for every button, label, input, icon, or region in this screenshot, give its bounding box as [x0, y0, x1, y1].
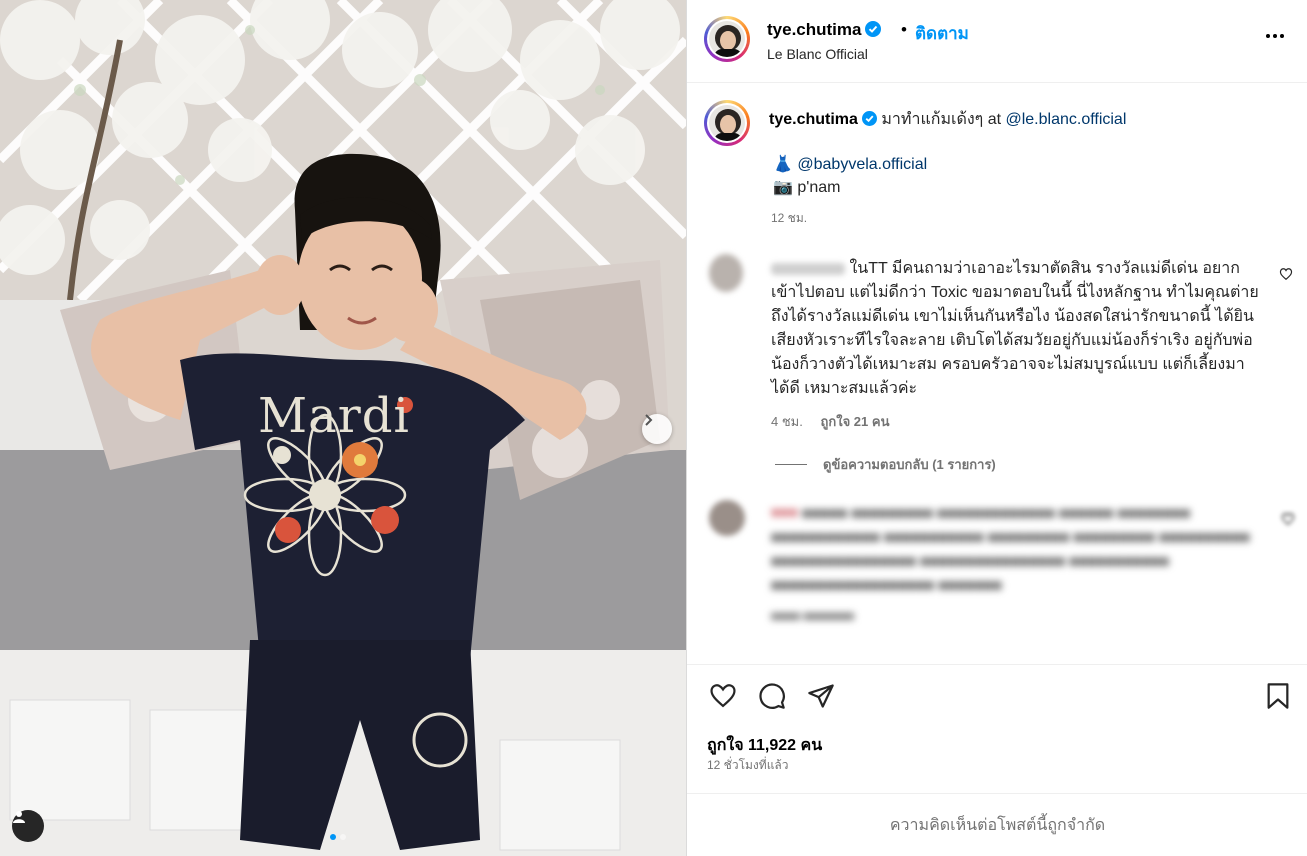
caption-body: มาทำแก้มเด้งๆ at — [881, 111, 1006, 128]
view-replies-button[interactable]: ดูข้อความตอบกลับ (1 รายการ) — [775, 454, 996, 475]
header-separator: • — [901, 20, 907, 39]
carousel-dot — [340, 834, 346, 840]
caption-text: tye.chutima มาทำแก้มเด้งๆ at @le.blanc.o… — [769, 108, 1269, 131]
camera-emoji: 📷 — [773, 179, 793, 196]
blurred-comment: ♥♥♥ ■■■■■ ■■■■■■■■■ ■■■■■■■■■■■■■ ■■■■■■… — [771, 505, 1250, 594]
save-button[interactable] — [1262, 680, 1294, 712]
share-button[interactable] — [805, 680, 837, 712]
carousel-dot-active — [330, 834, 336, 840]
more-options-icon[interactable] — [1263, 24, 1287, 48]
commenter-avatar-blurred[interactable] — [709, 254, 743, 292]
view-replies-label[interactable]: ดูข้อความตอบกลับ (1 รายการ) — [823, 454, 996, 475]
post-panel: tye.chutima • ติดตาม Le Blanc Official t… — [686, 0, 1307, 856]
comment-text: ในTT มีคนถามว่าเอาอะไรมาตัดสิน รางวัลแม่… — [771, 257, 1261, 401]
caption-avatar[interactable] — [704, 100, 750, 146]
post-location[interactable]: Le Blanc Official — [767, 46, 868, 62]
post-media[interactable]: Mardi — [0, 0, 686, 856]
caption-mention[interactable]: @le.blanc.official — [1005, 111, 1126, 128]
dress-emoji: 👗 — [773, 156, 793, 173]
author-username[interactable]: tye.chutima — [767, 20, 882, 40]
caption-timestamp[interactable]: 12 ชม. — [771, 209, 807, 228]
user-icon — [13, 811, 25, 823]
comment-like-icon[interactable] — [1281, 512, 1295, 526]
blurred-comment-meta: ■■■■ ■■■■■■■ — [771, 609, 855, 623]
caption-line-camera: 📷 p'nam — [773, 177, 840, 197]
comment-time: 4 ชม. — [771, 414, 803, 429]
post-timestamp[interactable]: 12 ชั่วโมงที่แล้ว — [707, 756, 789, 775]
comment-body: ในTT มีคนถามว่าเอาอะไรมาตัดสิน รางวัลแม่… — [771, 260, 1259, 397]
comment-likes[interactable]: ถูกใจ 21 คน — [820, 414, 889, 429]
verified-badge-icon — [865, 21, 882, 37]
send-icon — [808, 684, 834, 708]
replies-divider — [775, 464, 807, 465]
commenter-username-blurred[interactable] — [771, 262, 845, 275]
comment-icon — [759, 683, 785, 709]
photographer-credit: p'nam — [797, 179, 841, 196]
commenter-avatar-blurred[interactable] — [709, 500, 745, 536]
comment-meta: 4 ชม. ถูกใจ 21 คน — [771, 411, 889, 432]
carousel-indicator — [330, 834, 346, 840]
post-actions: ถูกใจ 11,922 คน 12 ชั่วโมงที่แล้ว — [687, 664, 1307, 794]
chevron-right-icon — [645, 414, 653, 426]
carousel-next-button[interactable] — [642, 414, 672, 444]
tagged-users-button[interactable] — [12, 810, 44, 842]
shirt-print-text: Mardi — [258, 388, 410, 444]
comment-like-icon[interactable] — [1279, 267, 1293, 281]
caption-line-dress: 👗 @babyvela.official — [773, 154, 927, 174]
follow-button[interactable]: ติดตาม — [915, 20, 969, 47]
post-header: tye.chutima • ติดตาม Le Blanc Official — [687, 0, 1307, 83]
comments-section[interactable]: tye.chutima มาทำแก้มเด้งๆ at @le.blanc.o… — [687, 84, 1307, 664]
verified-badge-icon — [861, 111, 877, 126]
heart-icon — [710, 684, 736, 708]
comments-limited-notice: ความคิดเห็นต่อโพสต์นี้ถูกจำกัด — [687, 793, 1307, 856]
comment-button[interactable] — [756, 680, 788, 712]
post-likes-count[interactable]: ถูกใจ 11,922 คน — [707, 733, 822, 758]
author-username-text[interactable]: tye.chutima — [767, 20, 861, 39]
like-button[interactable] — [707, 680, 739, 712]
caption-username[interactable]: tye.chutima — [769, 111, 858, 128]
author-avatar[interactable] — [704, 16, 750, 62]
bookmark-icon — [1267, 683, 1289, 709]
caption-mention-babyvela[interactable]: @babyvela.official — [797, 156, 927, 173]
